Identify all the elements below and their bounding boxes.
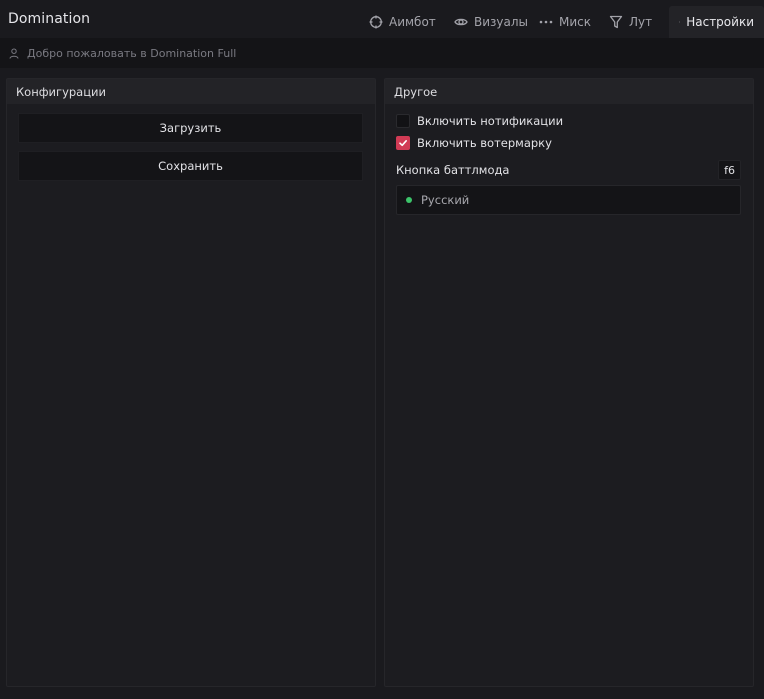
- save-config-button[interactable]: Сохранить: [18, 151, 363, 181]
- tab-visuals[interactable]: Визуалы: [454, 6, 528, 38]
- tab-visuals-label: Визуалы: [474, 15, 529, 29]
- tab-settings-label: Настройки: [686, 15, 754, 29]
- notifications-label: Включить нотификации: [417, 114, 564, 128]
- crosshair-icon: [369, 15, 383, 29]
- gear-icon: [679, 21, 681, 23]
- welcome-text: Добро пожаловать в Domination Full: [27, 46, 237, 60]
- tab-settings[interactable]: Настройки: [669, 6, 764, 38]
- language-select[interactable]: Русский: [396, 185, 741, 215]
- filter-icon: [609, 15, 623, 29]
- other-panel-title: Другое: [385, 79, 753, 104]
- configs-panel: Конфигурации Загрузить Сохранить: [6, 78, 376, 687]
- notifications-toggle[interactable]: Включить нотификации: [396, 113, 563, 129]
- tab-misc[interactable]: Миск: [539, 6, 591, 38]
- tab-aimbot[interactable]: Аимбот: [369, 6, 436, 38]
- tab-loot-label: Лут: [629, 15, 653, 29]
- other-panel: Другое Включить нотификации Включить вот…: [384, 78, 754, 687]
- checkmark-icon: [399, 140, 407, 147]
- battlemode-keybind-row: Кнопка баттлмода f6: [396, 159, 741, 181]
- notifications-checkbox[interactable]: [396, 114, 410, 128]
- language-value: Русский: [421, 193, 470, 207]
- tab-loot[interactable]: Лут: [609, 6, 652, 38]
- watermark-label: Включить вотермарку: [417, 136, 552, 150]
- watermark-toggle[interactable]: Включить вотермарку: [396, 135, 552, 151]
- main-tabs: Аимбот Визуалы Миск Лут Настройки: [0, 6, 764, 38]
- top-bar: Domination Аимбот Визуалы Миск Лут Настр…: [0, 0, 764, 38]
- eye-icon: [454, 18, 468, 26]
- welcome-bar: Добро пожаловать в Domination Full: [0, 38, 764, 68]
- configs-panel-title: Конфигурации: [7, 79, 375, 104]
- tab-aimbot-label: Аимбот: [389, 15, 436, 29]
- watermark-checkbox[interactable]: [396, 136, 410, 150]
- battlemode-label: Кнопка баттлмода: [396, 163, 510, 177]
- status-dot: [406, 197, 412, 203]
- tab-misc-label: Миск: [559, 15, 591, 29]
- more-dots-icon: [539, 20, 553, 24]
- load-config-button[interactable]: Загрузить: [18, 113, 363, 143]
- battlemode-keybind-button[interactable]: f6: [718, 160, 741, 180]
- user-icon: [9, 48, 19, 59]
